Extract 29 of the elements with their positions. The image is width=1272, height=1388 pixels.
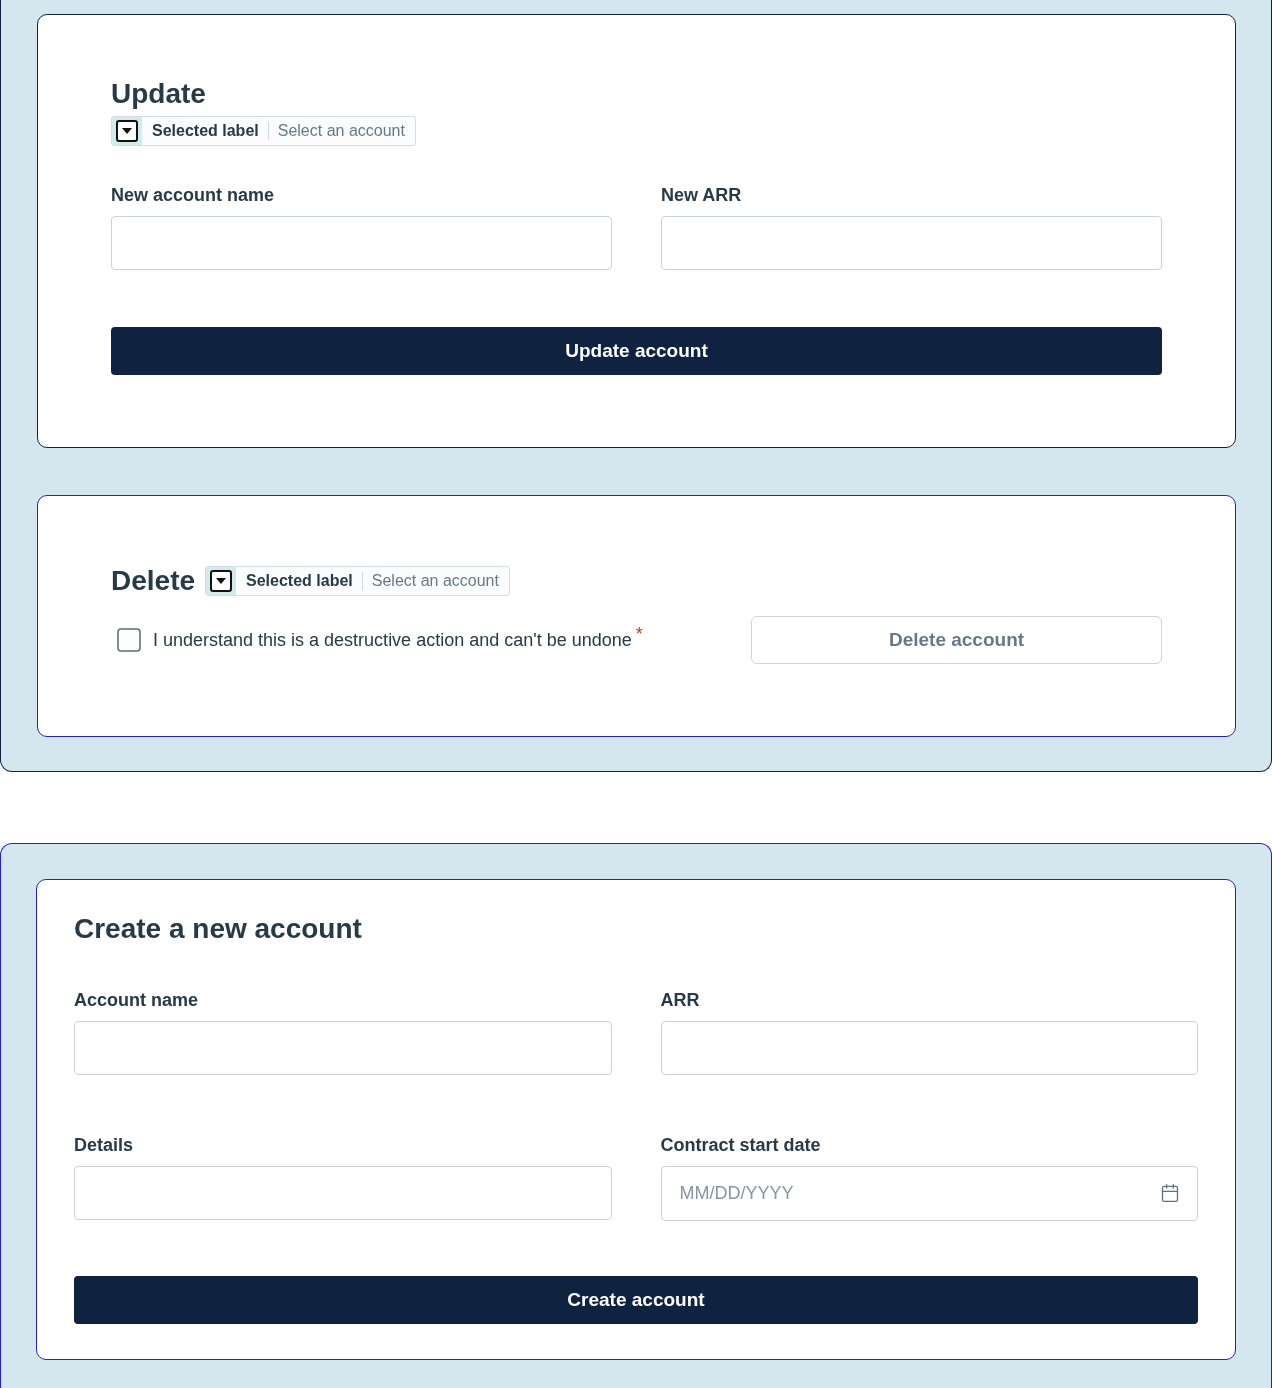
create-account-button[interactable]: Create account (74, 1276, 1198, 1324)
input-field[interactable] (74, 1021, 612, 1075)
field-label: Details (74, 1134, 134, 1156)
section-heading: Create a new account (74, 913, 362, 945)
account-select[interactable]: Selected label Select an account (205, 566, 510, 596)
date-field[interactable]: MM/DD/YYYY (660, 1166, 1198, 1221)
checkbox[interactable] (117, 628, 141, 652)
required-mark: * (635, 624, 643, 645)
field-label: New ARR (661, 184, 742, 206)
caret-icon (112, 117, 142, 145)
update-account-button[interactable]: Update account (111, 327, 1162, 375)
section-heading: Delete (111, 565, 196, 597)
select-label: Selected label (142, 122, 269, 140)
select-placeholder: Select an account (370, 572, 500, 590)
field-label: Account name (74, 989, 199, 1011)
input-field[interactable] (661, 216, 1162, 270)
input-field[interactable] (74, 1166, 612, 1220)
field-label: ARR (660, 989, 700, 1011)
account-select[interactable]: Selected label Select an account (111, 116, 416, 146)
calendar-icon[interactable] (1160, 1183, 1180, 1203)
select-label: Selected label (236, 572, 363, 590)
section-heading: Update (111, 78, 206, 110)
field-label: Contract start date (660, 1134, 821, 1156)
checkbox-label: I understand this is a destructive action and can't be undone (153, 629, 632, 651)
caret-icon (206, 567, 237, 595)
field-label: New account name (111, 184, 275, 206)
input-field[interactable] (660, 1021, 1198, 1075)
select-placeholder: Select an account (276, 122, 406, 140)
input-field[interactable] (111, 216, 612, 270)
